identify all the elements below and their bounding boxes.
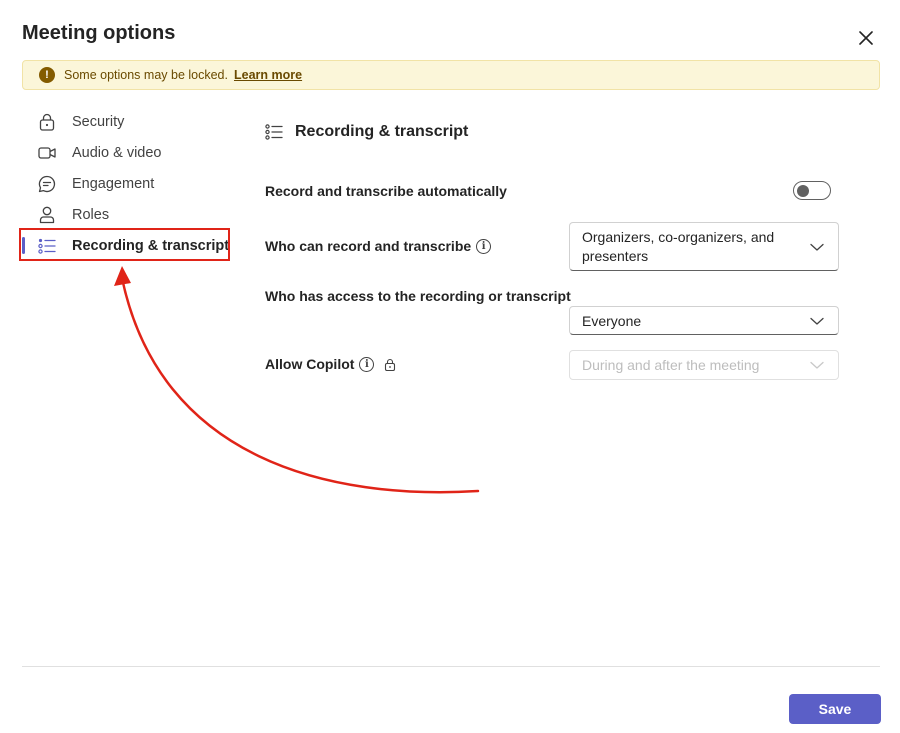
info-icon[interactable]: i [359,356,375,372]
lock-icon [38,113,56,131]
chevron-down-icon [810,317,824,325]
allow-copilot-label: Allow Copilot i [265,356,397,372]
learn-more-link[interactable]: Learn more [234,68,302,82]
who-can-record-dropdown[interactable]: Organizers, co-organizers, and presenter… [569,222,839,271]
toggle-knob [797,185,809,197]
arrow-head [114,266,131,286]
info-icon[interactable]: i [476,238,492,254]
record-auto-label-text: Record and transcribe automatically [265,183,507,199]
locked-options-banner: ! Some options may be locked. Learn more [22,60,880,90]
warning-icon: ! [39,67,55,83]
who-can-record-label-text: Who can record and transcribe [265,238,472,254]
who-has-access-dropdown[interactable]: Everyone [569,306,839,335]
dialog-title: Meeting options [22,22,176,44]
sidebar-item-label: Audio & video [72,144,162,161]
banner-message: Some options may be locked. [64,68,228,82]
close-button[interactable] [852,26,880,50]
list-icon [265,122,285,142]
record-auto-label: Record and transcribe automatically [265,183,507,199]
allow-copilot-label-text: Allow Copilot [265,356,355,372]
sidebar-item-roles[interactable]: Roles [22,199,234,230]
dropdown-value: During and after the meeting [582,357,760,373]
sidebar-item-engagement[interactable]: Engagement [22,168,234,199]
chevron-down-icon [810,243,824,251]
chat-bubble-icon [38,175,56,193]
record-auto-toggle[interactable] [793,181,831,200]
sidebar-item-security[interactable]: Security [22,106,234,137]
who-has-access-label: Who has access to the recording or trans… [265,288,571,304]
allow-copilot-dropdown: During and after the meeting [569,350,839,380]
save-button[interactable]: Save [789,694,881,724]
footer-divider [22,666,880,667]
video-camera-icon [38,144,56,162]
who-can-record-label: Who can record and transcribe i [265,238,492,254]
close-icon [859,31,873,45]
who-has-access-label-text: Who has access to the recording or trans… [265,288,571,304]
meeting-options-dialog: Meeting options ! Some options may be lo… [0,0,900,733]
chevron-down-icon [810,361,824,369]
sidebar-item-label: Roles [72,206,110,223]
lock-icon [383,357,397,371]
sidebar-item-label: Engagement [72,175,155,192]
person-icon [38,206,56,224]
section-title: Recording & transcript [295,123,469,140]
dropdown-value: Organizers, co-organizers, and presenter… [582,228,775,264]
section-header: Recording & transcript [265,122,468,142]
annotation-highlight-box [19,228,230,261]
sidebar-item-audio-video[interactable]: Audio & video [22,137,234,168]
dropdown-value: Everyone [582,312,642,329]
sidebar-item-label: Security [72,113,125,130]
